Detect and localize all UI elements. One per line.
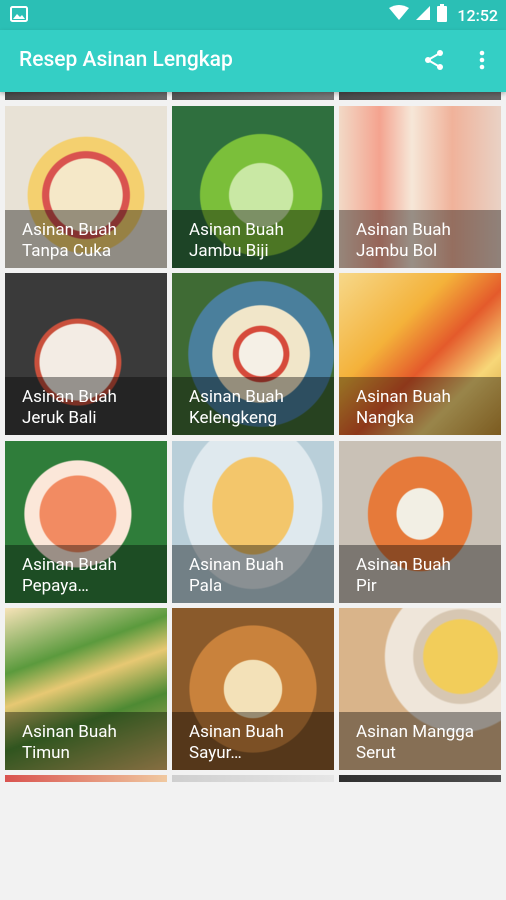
recipe-tile-partial[interactable] [339,92,501,100]
more-vert-icon [479,50,485,74]
recipe-title: Asinan Buah Pir [356,555,451,596]
recipe-title: Asinan Buah Kelengkeng [189,387,284,428]
recipe-title: Asinan Buah Jambu Bol [356,220,451,261]
recipe-title: Asinan Mangga Serut [356,722,475,763]
recipe-tile-partial[interactable] [172,775,334,782]
recipe-title: Asinan Buah Tanpa Cuka [22,220,117,261]
recipe-title: Asinan Buah Pepaya… [22,555,117,596]
recipe-tile-partial[interactable] [339,775,501,782]
recipe-title: Asinan Buah Jeruk Bali [22,387,117,428]
wifi-icon [389,5,410,25]
recipe-tile-partial[interactable] [172,92,334,100]
recipe-grid[interactable]: Asinan Buah Tanpa Cuka Asinan Buah Jambu… [0,92,506,782]
share-icon [422,48,446,76]
share-button[interactable] [418,46,450,78]
recipe-tile[interactable]: Asinan Buah Jeruk Bali [5,273,167,435]
recipe-title: Asinan Buah Pala [189,555,284,596]
recipe-tile[interactable]: Asinan Buah Pepaya… [5,441,167,603]
recipe-title: Asinan Buah Sayur… [189,722,284,763]
recipe-tile[interactable]: Asinan Buah Timun [5,608,167,770]
recipe-tile-partial[interactable] [5,775,167,782]
recipe-tile-partial[interactable] [5,92,167,100]
recipe-tile[interactable]: Asinan Buah Tanpa Cuka [5,106,167,268]
recipe-title: Asinan Buah Nangka [356,387,451,428]
status-bar: 12:52 [0,0,506,30]
signal-icon [415,5,431,25]
image-icon [10,6,28,26]
app-title: Resep Asinan Lengkap [19,48,233,72]
status-time: 12:52 [457,5,498,25]
recipe-tile[interactable]: Asinan Mangga Serut [339,608,501,770]
recipe-title: Asinan Buah Timun [22,722,117,763]
recipe-tile[interactable]: Asinan Buah Pir [339,441,501,603]
battery-icon [437,4,448,26]
recipe-tile[interactable]: Asinan Buah Jambu Biji [172,106,334,268]
recipe-tile[interactable]: Asinan Buah Kelengkeng [172,273,334,435]
more-options-button[interactable] [470,46,494,78]
app-bar: Resep Asinan Lengkap [0,30,506,92]
recipe-tile[interactable]: Asinan Buah Jambu Bol [339,106,501,268]
recipe-tile[interactable]: Asinan Buah Sayur… [172,608,334,770]
recipe-tile[interactable]: Asinan Buah Pala [172,441,334,603]
recipe-title: Asinan Buah Jambu Biji [189,220,284,261]
recipe-tile[interactable]: Asinan Buah Nangka [339,273,501,435]
